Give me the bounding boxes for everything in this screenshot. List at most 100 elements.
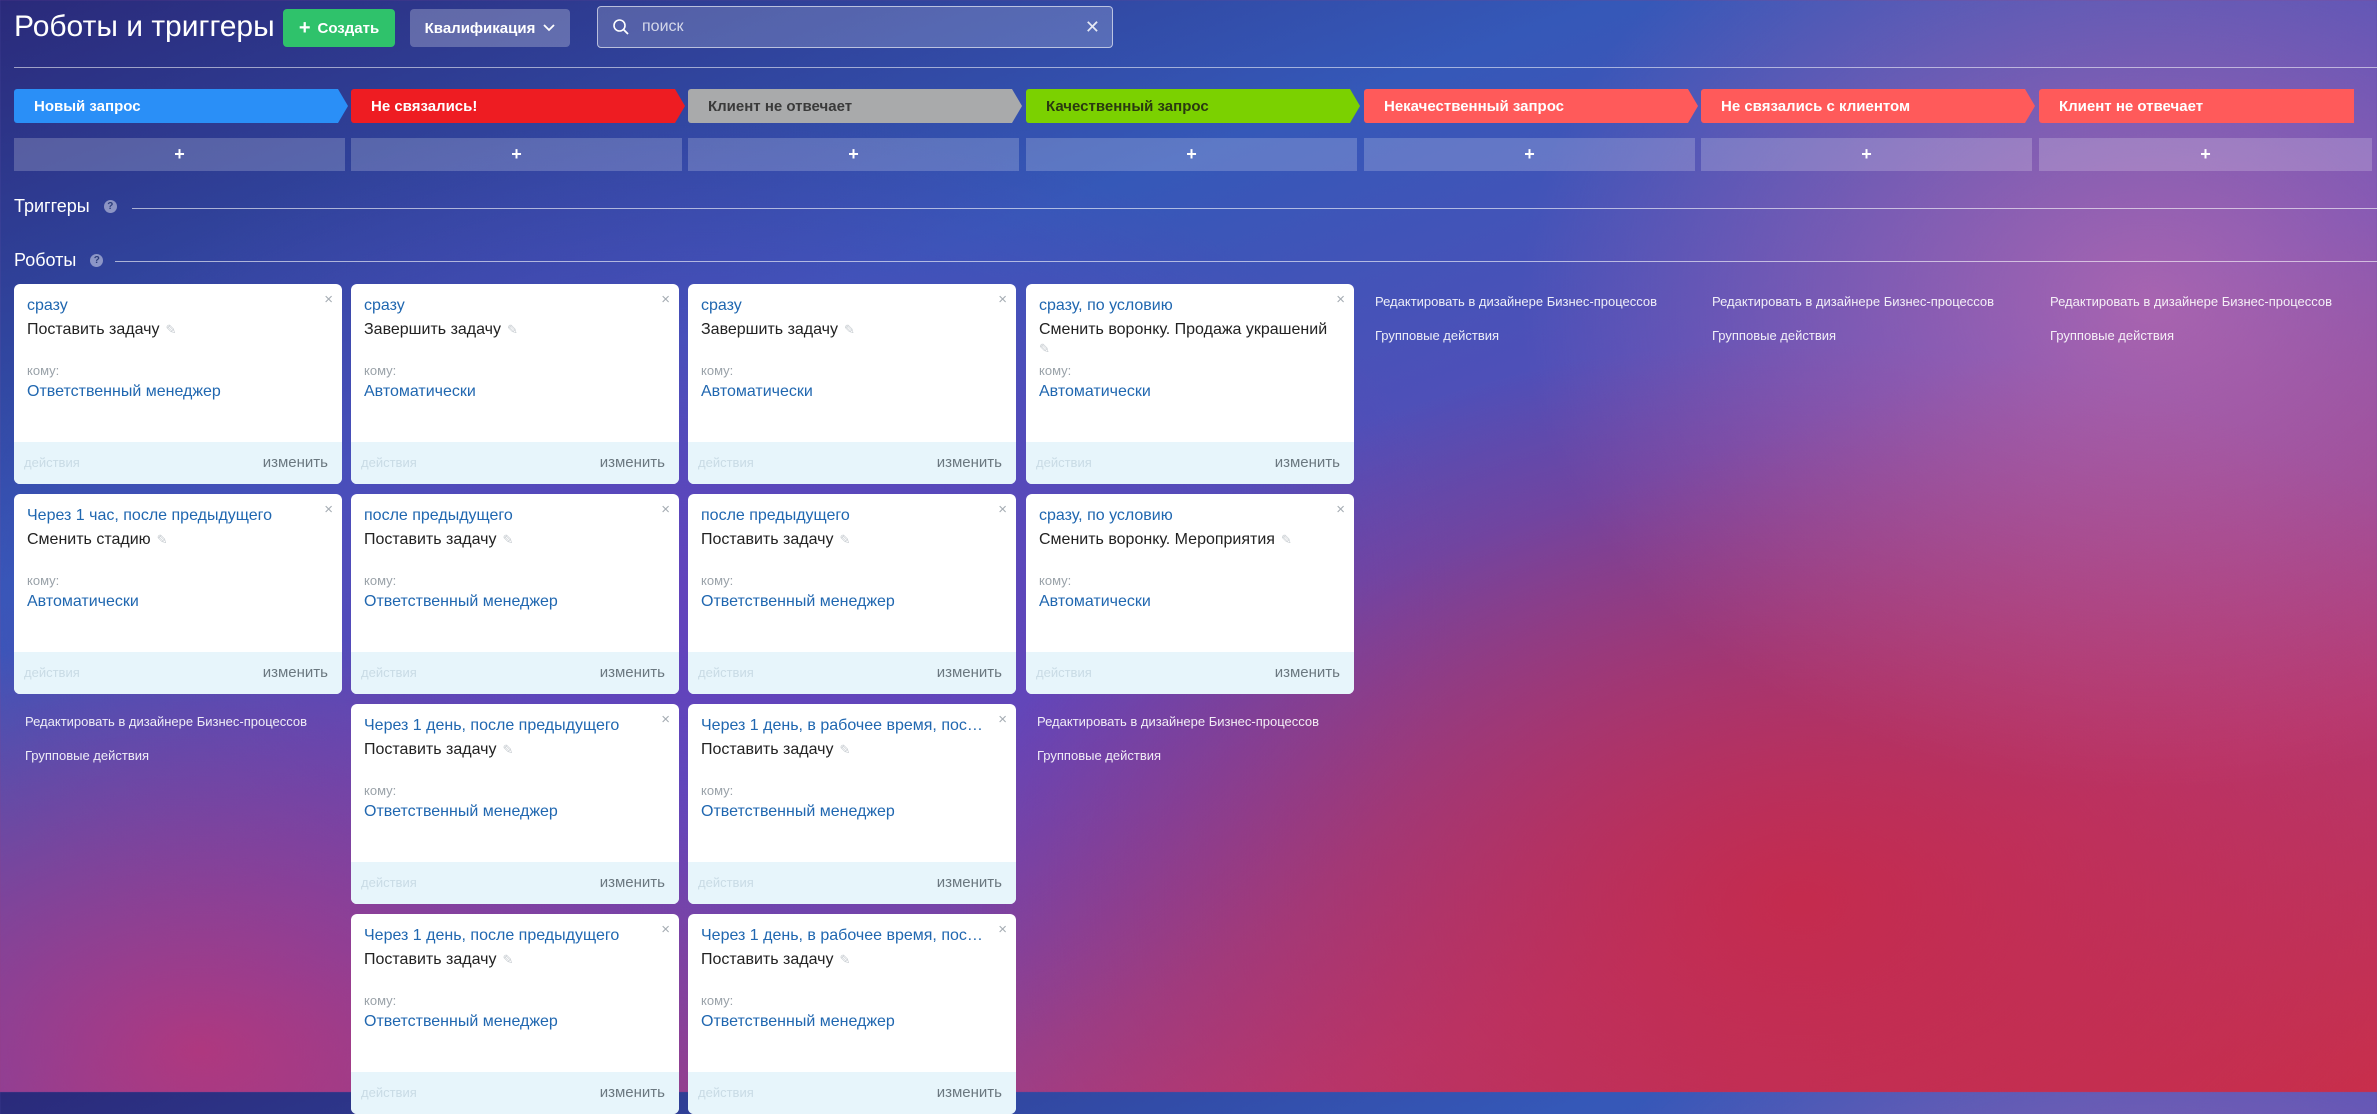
close-icon[interactable]: ×: [998, 711, 1007, 728]
edit-in-designer-link[interactable]: Редактировать в дизайнере Бизнес-процесс…: [25, 714, 307, 729]
pencil-icon[interactable]: ✎: [502, 742, 513, 757]
pencil-icon[interactable]: ✎: [1039, 341, 1050, 357]
stage-3[interactable]: Клиент не отвечает: [688, 89, 1022, 123]
robot-condition-link[interactable]: после предыдущего: [701, 507, 850, 525]
add-robot-button[interactable]: +: [1701, 138, 2032, 171]
robot-card[interactable]: после предыдущего × Поставить задачу ✎ кому:…: [688, 494, 1016, 694]
robot-condition-link[interactable]: сразу, по условию: [1039, 297, 1173, 315]
pencil-icon[interactable]: ✎: [502, 952, 513, 967]
edit-in-designer-link[interactable]: Редактировать в дизайнере Бизнес-процесс…: [1712, 294, 1994, 309]
robot-condition-link[interactable]: Через 1 день, в рабочее время, после пре…: [701, 717, 991, 735]
robot-condition-link[interactable]: сразу: [701, 297, 742, 315]
stage-2[interactable]: Не связались!: [351, 89, 685, 123]
robot-card[interactable]: Через 1 день, после предыдущего × Поставит…: [351, 704, 679, 904]
robot-change-link[interactable]: изменить: [937, 874, 1002, 891]
close-icon[interactable]: ×: [998, 921, 1007, 938]
robot-change-link[interactable]: изменить: [600, 664, 665, 681]
add-robot-button[interactable]: +: [1026, 138, 1357, 171]
stage-7[interactable]: Клиент не отвечает: [2039, 89, 2354, 123]
robot-card[interactable]: Через 1 день, в рабочее время, после пре…: [688, 914, 1016, 1114]
pencil-icon[interactable]: ✎: [839, 532, 850, 547]
robot-change-link[interactable]: изменить: [937, 454, 1002, 471]
assignee-link[interactable]: Ответственный менеджер: [364, 803, 558, 821]
group-actions-link[interactable]: Групповые действия: [1712, 328, 1836, 343]
assignee-link[interactable]: Ответственный менеджер: [701, 1013, 895, 1031]
robot-condition-link[interactable]: сразу, по условию: [1039, 507, 1173, 525]
robot-change-link[interactable]: изменить: [263, 454, 328, 471]
search-input[interactable]: [640, 17, 1085, 37]
close-icon[interactable]: ×: [661, 291, 670, 308]
assignee-link[interactable]: Ответственный менеджер: [364, 593, 558, 611]
stage-4[interactable]: Качественный запрос: [1026, 89, 1360, 123]
robot-condition-link[interactable]: сразу: [27, 297, 68, 315]
assignee-link[interactable]: Ответственный менеджер: [701, 803, 895, 821]
robot-card[interactable]: сразу × Завершить задачу ✎ кому: Автоматическ…: [351, 284, 679, 484]
robot-card[interactable]: Через 1 час, после предыдущего × Сменить с…: [14, 494, 342, 694]
close-icon[interactable]: ×: [1336, 291, 1345, 308]
robot-card[interactable]: Через 1 день, после предыдущего × Поставит…: [351, 914, 679, 1114]
robot-condition-link[interactable]: после предыдущего: [364, 507, 513, 525]
qualification-dropdown[interactable]: Квалификация: [410, 9, 570, 47]
edit-in-designer-link[interactable]: Редактировать в дизайнере Бизнес-процесс…: [1375, 294, 1657, 309]
pencil-icon[interactable]: ✎: [839, 952, 850, 967]
add-robot-button[interactable]: +: [688, 138, 1019, 171]
clear-search-icon[interactable]: ✕: [1085, 17, 1100, 38]
robot-change-link[interactable]: изменить: [1275, 664, 1340, 681]
pencil-icon[interactable]: ✎: [157, 532, 168, 547]
robot-card[interactable]: сразу × Поставить задачу ✎ кому: Ответственны…: [14, 284, 342, 484]
pencil-icon[interactable]: ✎: [507, 322, 518, 337]
close-icon[interactable]: ×: [661, 921, 670, 938]
pencil-icon[interactable]: ✎: [1281, 532, 1292, 547]
assignee-link[interactable]: Ответственный менеджер: [27, 383, 221, 401]
assignee-link[interactable]: Автоматически: [364, 383, 476, 401]
robot-card[interactable]: Через 1 день, в рабочее время, после пре…: [688, 704, 1016, 904]
robot-change-link[interactable]: изменить: [600, 874, 665, 891]
assignee-link[interactable]: Автоматически: [1039, 383, 1151, 401]
group-actions-link[interactable]: Групповые действия: [2050, 328, 2174, 343]
robot-card[interactable]: сразу × Завершить задачу ✎ кому: Автоматическ…: [688, 284, 1016, 484]
group-actions-link[interactable]: Групповые действия: [1375, 328, 1499, 343]
robot-condition-link[interactable]: Через 1 день, в рабочее время, после пре…: [701, 927, 991, 945]
robot-card[interactable]: после предыдущего × Поставить задачу ✎ кому:…: [351, 494, 679, 694]
robot-condition-link[interactable]: Через 1 день, после предыдущего: [364, 717, 619, 735]
robot-change-link[interactable]: изменить: [263, 664, 328, 681]
close-icon[interactable]: ×: [324, 291, 333, 308]
triggers-help-icon[interactable]: ?: [103, 200, 117, 213]
stage-1[interactable]: Новый запрос: [14, 89, 348, 123]
robot-condition-link[interactable]: Через 1 день, после предыдущего: [364, 927, 619, 945]
close-icon[interactable]: ×: [324, 501, 333, 518]
robot-change-link[interactable]: изменить: [600, 454, 665, 471]
edit-in-designer-link[interactable]: Редактировать в дизайнере Бизнес-процесс…: [2050, 294, 2332, 309]
robot-change-link[interactable]: изменить: [1275, 454, 1340, 471]
group-actions-link[interactable]: Групповые действия: [1037, 748, 1161, 763]
robots-help-icon[interactable]: ?: [90, 254, 104, 267]
add-robot-button[interactable]: +: [351, 138, 682, 171]
pencil-icon[interactable]: ✎: [502, 532, 513, 547]
assignee-link[interactable]: Автоматически: [27, 593, 139, 611]
close-icon[interactable]: ×: [998, 291, 1007, 308]
robot-card[interactable]: сразу, по условию × Сменить воронку. Мероп…: [1026, 494, 1354, 694]
robot-card[interactable]: сразу, по условию × Сменить воронку. Прода…: [1026, 284, 1354, 484]
robot-condition-link[interactable]: Через 1 час, после предыдущего: [27, 507, 272, 525]
pencil-icon[interactable]: ✎: [165, 322, 176, 337]
create-button[interactable]: + Создать: [283, 9, 395, 47]
close-icon[interactable]: ×: [998, 501, 1007, 518]
robot-change-link[interactable]: изменить: [937, 1084, 1002, 1101]
add-robot-button[interactable]: +: [2039, 138, 2372, 171]
stage-6[interactable]: Не связались с клиентом: [1701, 89, 2035, 123]
close-icon[interactable]: ×: [661, 711, 670, 728]
robot-change-link[interactable]: изменить: [600, 1084, 665, 1101]
assignee-link[interactable]: Автоматически: [701, 383, 813, 401]
close-icon[interactable]: ×: [661, 501, 670, 518]
assignee-link[interactable]: Ответственный менеджер: [364, 1013, 558, 1031]
assignee-link[interactable]: Ответственный менеджер: [701, 593, 895, 611]
add-robot-button[interactable]: +: [14, 138, 345, 171]
pencil-icon[interactable]: ✎: [844, 322, 855, 337]
close-icon[interactable]: ×: [1336, 501, 1345, 518]
group-actions-link[interactable]: Групповые действия: [25, 748, 149, 763]
search-box[interactable]: ✕: [597, 6, 1113, 48]
robot-change-link[interactable]: изменить: [937, 664, 1002, 681]
stage-5[interactable]: Некачественный запрос: [1364, 89, 1698, 123]
edit-in-designer-link[interactable]: Редактировать в дизайнере Бизнес-процесс…: [1037, 714, 1319, 729]
assignee-link[interactable]: Автоматически: [1039, 593, 1151, 611]
